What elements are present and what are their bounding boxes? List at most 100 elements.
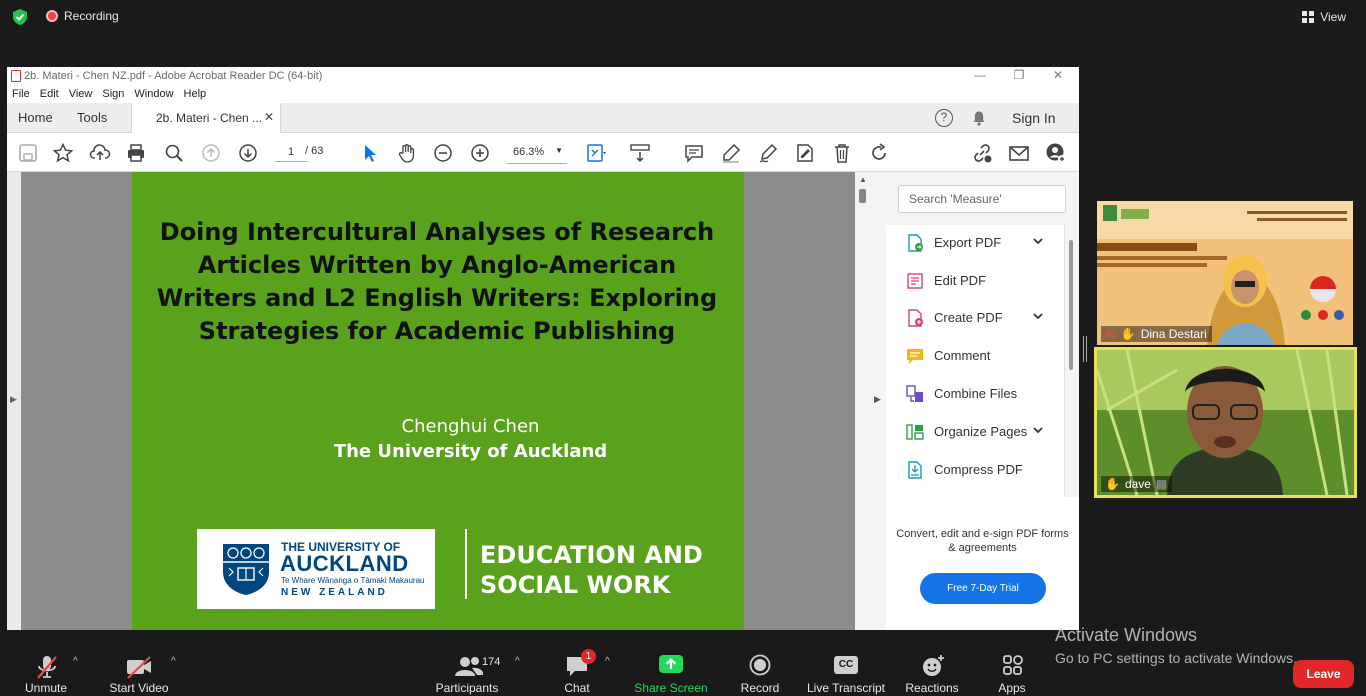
participant-video-active[interactable]: ✋ dave ▩ (1094, 347, 1357, 498)
print-icon[interactable] (125, 142, 147, 164)
close-window-button[interactable]: ✕ (1048, 68, 1068, 82)
email-envelope-icon[interactable] (1008, 142, 1030, 164)
participant-video[interactable]: ☒ ✋ Dina Destari (1097, 201, 1353, 345)
highlight-pen-icon[interactable] (720, 142, 742, 164)
notification-bell-icon[interactable] (971, 110, 987, 126)
tool-export-pdf[interactable]: Export PDF (886, 227, 1065, 259)
live-transcript-button[interactable]: CC Live Transcript (806, 652, 886, 696)
zoom-out-icon[interactable] (432, 142, 454, 164)
video-off-icon (127, 656, 151, 679)
security-shield-icon[interactable] (11, 8, 29, 26)
chevron-down-icon[interactable] (1032, 235, 1044, 247)
edit-document-icon[interactable] (794, 142, 816, 164)
zoom-in-icon[interactable] (469, 142, 491, 164)
tool-label: Edit PDF (934, 273, 987, 288)
tool-compress-pdf[interactable]: Compress PDF (886, 454, 1065, 486)
chevron-down-icon: ▼ (555, 146, 563, 155)
combine-files-icon (906, 385, 923, 402)
menu-sign[interactable]: Sign (97, 86, 129, 103)
search-zoom-icon[interactable] (163, 142, 185, 164)
close-tab-icon[interactable]: ✕ (264, 110, 274, 124)
share-link-icon[interactable] (971, 142, 993, 164)
record-button[interactable]: Record (735, 652, 785, 696)
leave-button[interactable]: Leave (1293, 660, 1354, 688)
help-icon[interactable]: ? (935, 109, 953, 127)
slide-title: Doing Intercultural Analyses of Research… (156, 218, 718, 345)
next-page-icon[interactable] (237, 142, 259, 164)
right-pane-toggle[interactable]: ▶ (871, 172, 886, 630)
rotate-icon[interactable] (868, 142, 890, 164)
menu-window[interactable]: Window (129, 86, 178, 103)
raise-hand-icon: ✋ (1120, 327, 1136, 341)
fit-page-icon[interactable] (585, 142, 607, 164)
sign-in-link[interactable]: Sign In (1012, 110, 1056, 126)
tool-edit-pdf[interactable]: Edit PDF (886, 265, 1065, 297)
apps-button[interactable]: Apps (992, 652, 1032, 696)
participants-options-caret-icon[interactable]: ^ (515, 656, 520, 667)
create-pdf-icon (908, 309, 923, 327)
acrobat-window: 2b. Materi - Chen NZ.pdf - Adobe Acrobat… (7, 67, 1079, 630)
tab-tools[interactable]: Tools (77, 110, 107, 125)
delete-trash-icon[interactable] (831, 142, 853, 164)
view-button[interactable]: View (1302, 6, 1346, 28)
tools-list: Export PDF Edit PDF Create PDF Comment C… (886, 225, 1065, 497)
acrobat-toolbar: / 63 66.3% ▼ (7, 134, 1079, 172)
reactions-label: Reactions (905, 681, 959, 695)
faculty-line-1: EDUCATION AND (480, 541, 703, 569)
select-cursor-icon[interactable] (359, 142, 381, 164)
menu-edit[interactable]: Edit (35, 86, 64, 103)
tool-create-pdf[interactable]: Create PDF (886, 302, 1065, 334)
share-user-icon[interactable] (1045, 142, 1067, 164)
tool-combine-files[interactable]: Combine Files (886, 378, 1065, 410)
slide-affiliation: The University of Auckland (333, 441, 608, 462)
unmute-button[interactable]: Unmute (18, 652, 74, 696)
upload-cloud-icon[interactable] (89, 142, 111, 164)
tab-document[interactable]: 2b. Materi - Chen ... ✕ (131, 103, 281, 133)
chat-button[interactable]: 1 Chat (555, 649, 599, 696)
share-screen-button[interactable]: Share Screen (632, 652, 710, 696)
document-scrollbar[interactable]: ▲ (855, 172, 871, 630)
live-transcript-label: Live Transcript (806, 681, 886, 695)
chevron-down-icon[interactable] (1032, 310, 1044, 322)
minimize-button[interactable]: — (970, 68, 990, 82)
page-number-input[interactable] (275, 142, 307, 162)
hand-tool-icon[interactable] (396, 142, 418, 164)
reactions-button[interactable]: Reactions (903, 652, 961, 696)
restore-button[interactable]: ❐ (1009, 68, 1029, 82)
tool-label: Compress PDF (934, 462, 1023, 477)
left-panel-toggle[interactable]: ▶ (7, 172, 21, 630)
bookmark-star-icon[interactable] (52, 142, 74, 164)
menu-view[interactable]: View (64, 86, 98, 103)
organize-pages-icon (906, 424, 924, 440)
menu-help[interactable]: Help (179, 86, 212, 103)
tool-organize-pages[interactable]: Organize Pages (886, 416, 1065, 448)
scroll-up-icon[interactable]: ▲ (859, 175, 867, 184)
faculty-line-2: SOCIAL WORK (480, 571, 671, 599)
muted-microphone-icon (37, 656, 57, 679)
scrollbar-thumb[interactable] (859, 189, 866, 203)
scroll-mode-icon[interactable] (629, 142, 651, 164)
recording-label: Recording (64, 9, 119, 23)
video-options-caret-icon[interactable]: ^ (171, 656, 176, 667)
sign-pen-icon[interactable] (757, 142, 779, 164)
tab-home[interactable]: Home (18, 110, 53, 125)
chat-options-caret-icon[interactable]: ^ (605, 656, 610, 667)
menu-file[interactable]: File (7, 86, 35, 103)
chevron-down-icon[interactable] (1032, 424, 1044, 436)
tools-search-input[interactable]: Search 'Measure' (898, 185, 1066, 213)
tool-comment[interactable]: Comment (886, 340, 1065, 372)
start-video-button[interactable]: Start Video (103, 652, 175, 696)
free-trial-button[interactable]: Free 7-Day Trial (920, 573, 1046, 604)
comment-icon[interactable] (683, 142, 705, 164)
audio-options-caret-icon[interactable]: ^ (73, 656, 78, 667)
previous-page-icon[interactable] (200, 142, 222, 164)
panel-splitter[interactable] (1083, 336, 1087, 362)
recording-icon (46, 10, 58, 22)
activate-windows-title: Activate Windows (1055, 625, 1198, 645)
save-icon[interactable] (17, 142, 39, 164)
tools-scrollbar[interactable] (1069, 240, 1073, 370)
zoom-top-bar: Recording View (0, 0, 1366, 34)
activate-windows-subtitle: Go to PC settings to activate Windows. (1055, 650, 1297, 666)
zoom-level-dropdown[interactable]: 66.3% ▼ (507, 144, 567, 164)
signal-icon: ▩ (1155, 477, 1168, 491)
